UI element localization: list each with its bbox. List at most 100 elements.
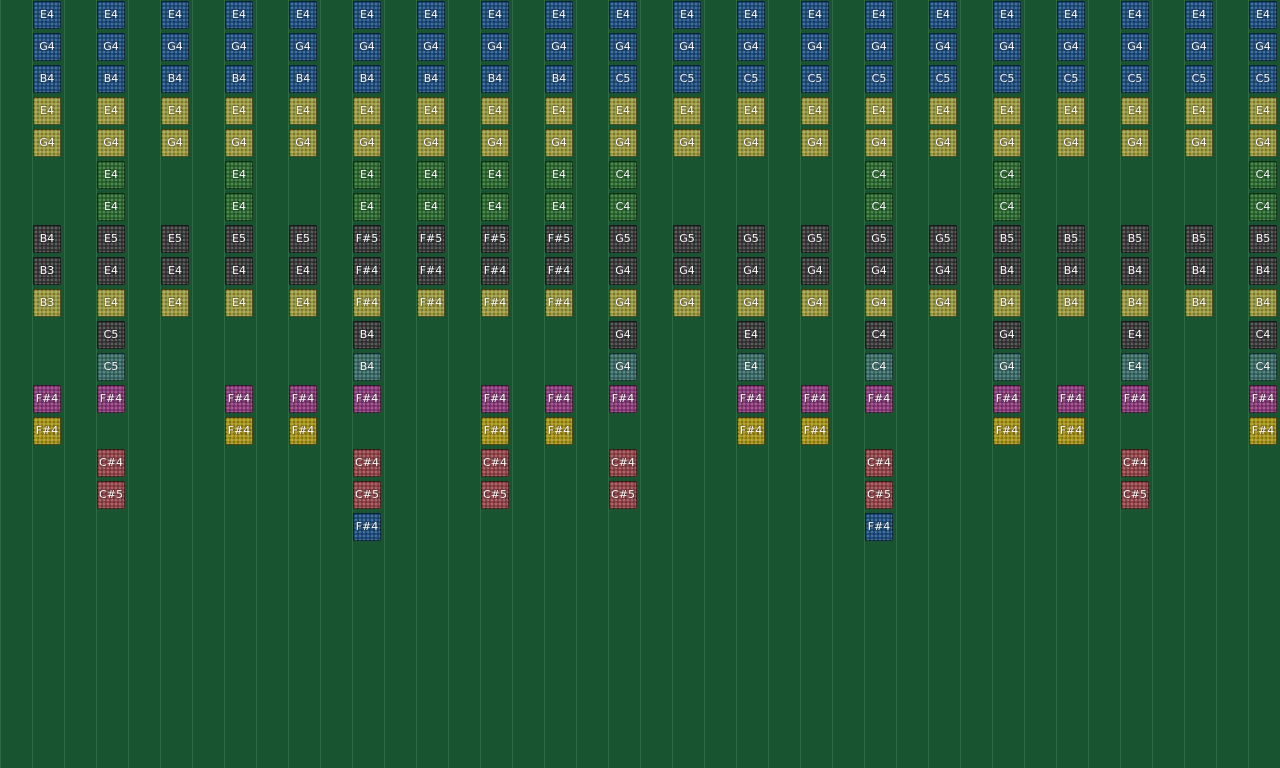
note-tile[interactable]: B4 (161, 65, 189, 93)
note-tile[interactable]: E4 (737, 321, 765, 349)
note-tile[interactable]: G4 (1121, 33, 1149, 61)
note-tile[interactable]: E4 (33, 1, 61, 29)
note-tile[interactable]: E5 (161, 225, 189, 253)
note-tile[interactable]: G4 (801, 129, 829, 157)
note-tile[interactable]: E4 (737, 353, 765, 381)
note-tile[interactable]: G5 (609, 225, 637, 253)
note-tile[interactable]: E4 (609, 1, 637, 29)
note-tile[interactable]: E4 (737, 97, 765, 125)
note-tile[interactable]: G4 (161, 33, 189, 61)
note-tile[interactable]: E4 (417, 193, 445, 221)
note-tile[interactable]: B4 (545, 65, 573, 93)
note-tile[interactable]: F#4 (737, 417, 765, 445)
note-tile[interactable]: E4 (97, 97, 125, 125)
note-tile[interactable]: E4 (993, 97, 1021, 125)
note-tile[interactable]: E4 (801, 1, 829, 29)
note-tile[interactable]: F#4 (33, 385, 61, 413)
note-tile[interactable]: G4 (865, 33, 893, 61)
note-tile[interactable]: G4 (737, 129, 765, 157)
note-tile[interactable]: F#4 (353, 513, 381, 541)
note-tile[interactable]: B4 (481, 65, 509, 93)
note-tile[interactable]: B4 (1185, 289, 1213, 317)
note-tile[interactable]: F#4 (289, 417, 317, 445)
note-tile[interactable]: G4 (609, 289, 637, 317)
note-tile[interactable]: B4 (1185, 257, 1213, 285)
note-tile[interactable]: C5 (609, 65, 637, 93)
note-tile[interactable]: F#4 (545, 385, 573, 413)
note-tile[interactable]: G4 (737, 257, 765, 285)
note-tile[interactable]: B4 (97, 65, 125, 93)
note-tile[interactable]: G4 (929, 33, 957, 61)
note-tile[interactable]: B4 (225, 65, 253, 93)
note-tile[interactable]: E4 (353, 193, 381, 221)
note-tile[interactable]: G4 (97, 129, 125, 157)
note-tile[interactable]: B4 (1249, 289, 1277, 317)
note-tile[interactable]: F#4 (1249, 417, 1277, 445)
note-tile[interactable]: C4 (1249, 193, 1277, 221)
note-tile[interactable]: C5 (993, 65, 1021, 93)
note-tile[interactable]: E4 (1185, 1, 1213, 29)
note-tile[interactable]: G4 (545, 33, 573, 61)
note-tile[interactable]: G4 (225, 129, 253, 157)
note-tile[interactable]: C#4 (481, 449, 509, 477)
note-tile[interactable]: C#5 (353, 481, 381, 509)
note-tile[interactable]: G4 (673, 33, 701, 61)
note-tile[interactable]: F#4 (1121, 385, 1149, 413)
note-tile[interactable]: F#4 (545, 289, 573, 317)
note-tile[interactable]: B4 (993, 257, 1021, 285)
note-tile[interactable]: G4 (993, 321, 1021, 349)
note-tile[interactable]: F#4 (225, 385, 253, 413)
note-tile[interactable]: G5 (929, 225, 957, 253)
note-tile[interactable]: C4 (865, 193, 893, 221)
note-tile[interactable]: G4 (993, 33, 1021, 61)
note-tile[interactable]: E4 (929, 1, 957, 29)
note-tile[interactable]: G4 (545, 129, 573, 157)
note-tile[interactable]: E4 (353, 97, 381, 125)
note-tile[interactable]: G4 (929, 257, 957, 285)
note-tile[interactable]: G4 (225, 33, 253, 61)
note-tile[interactable]: B4 (1249, 257, 1277, 285)
note-tile[interactable]: E4 (1121, 97, 1149, 125)
note-tile[interactable]: C4 (865, 161, 893, 189)
note-tile[interactable]: C4 (865, 321, 893, 349)
note-tile[interactable]: C#5 (97, 481, 125, 509)
note-tile[interactable]: C5 (737, 65, 765, 93)
note-tile[interactable]: E4 (97, 161, 125, 189)
note-tile[interactable]: C5 (865, 65, 893, 93)
note-tile[interactable]: F#5 (545, 225, 573, 253)
note-tile[interactable]: F#5 (417, 225, 445, 253)
note-tile[interactable]: C4 (609, 193, 637, 221)
note-tile[interactable]: E4 (289, 1, 317, 29)
note-tile[interactable]: E4 (1249, 97, 1277, 125)
note-tile[interactable]: B4 (993, 289, 1021, 317)
note-tile[interactable]: G5 (865, 225, 893, 253)
note-tile[interactable]: B5 (993, 225, 1021, 253)
note-tile[interactable]: B4 (417, 65, 445, 93)
note-tile[interactable]: F#4 (865, 385, 893, 413)
note-tile[interactable]: F#4 (609, 385, 637, 413)
note-tile[interactable]: G4 (1185, 129, 1213, 157)
note-tile[interactable]: G4 (865, 257, 893, 285)
note-tile[interactable]: F#4 (97, 385, 125, 413)
note-tile[interactable]: C5 (929, 65, 957, 93)
note-tile[interactable]: C5 (97, 321, 125, 349)
note-tile[interactable]: E4 (481, 97, 509, 125)
note-tile[interactable]: G5 (737, 225, 765, 253)
note-tile[interactable]: E4 (865, 97, 893, 125)
note-tile[interactable]: F#4 (737, 385, 765, 413)
note-tile[interactable]: C4 (865, 353, 893, 381)
note-tile[interactable]: F#4 (353, 289, 381, 317)
note-tile[interactable]: E4 (225, 257, 253, 285)
note-tile[interactable]: F#4 (353, 385, 381, 413)
note-tile[interactable]: E4 (417, 1, 445, 29)
note-tile[interactable]: G5 (801, 225, 829, 253)
note-tile[interactable]: C4 (1249, 161, 1277, 189)
note-tile[interactable]: G4 (97, 33, 125, 61)
note-tile[interactable]: F#4 (1057, 385, 1085, 413)
note-tile[interactable]: G4 (353, 33, 381, 61)
note-tile[interactable]: F#4 (481, 417, 509, 445)
note-tile[interactable]: G5 (673, 225, 701, 253)
note-tile[interactable]: G4 (801, 257, 829, 285)
note-tile[interactable]: F#4 (865, 513, 893, 541)
note-tile[interactable]: F#4 (289, 385, 317, 413)
